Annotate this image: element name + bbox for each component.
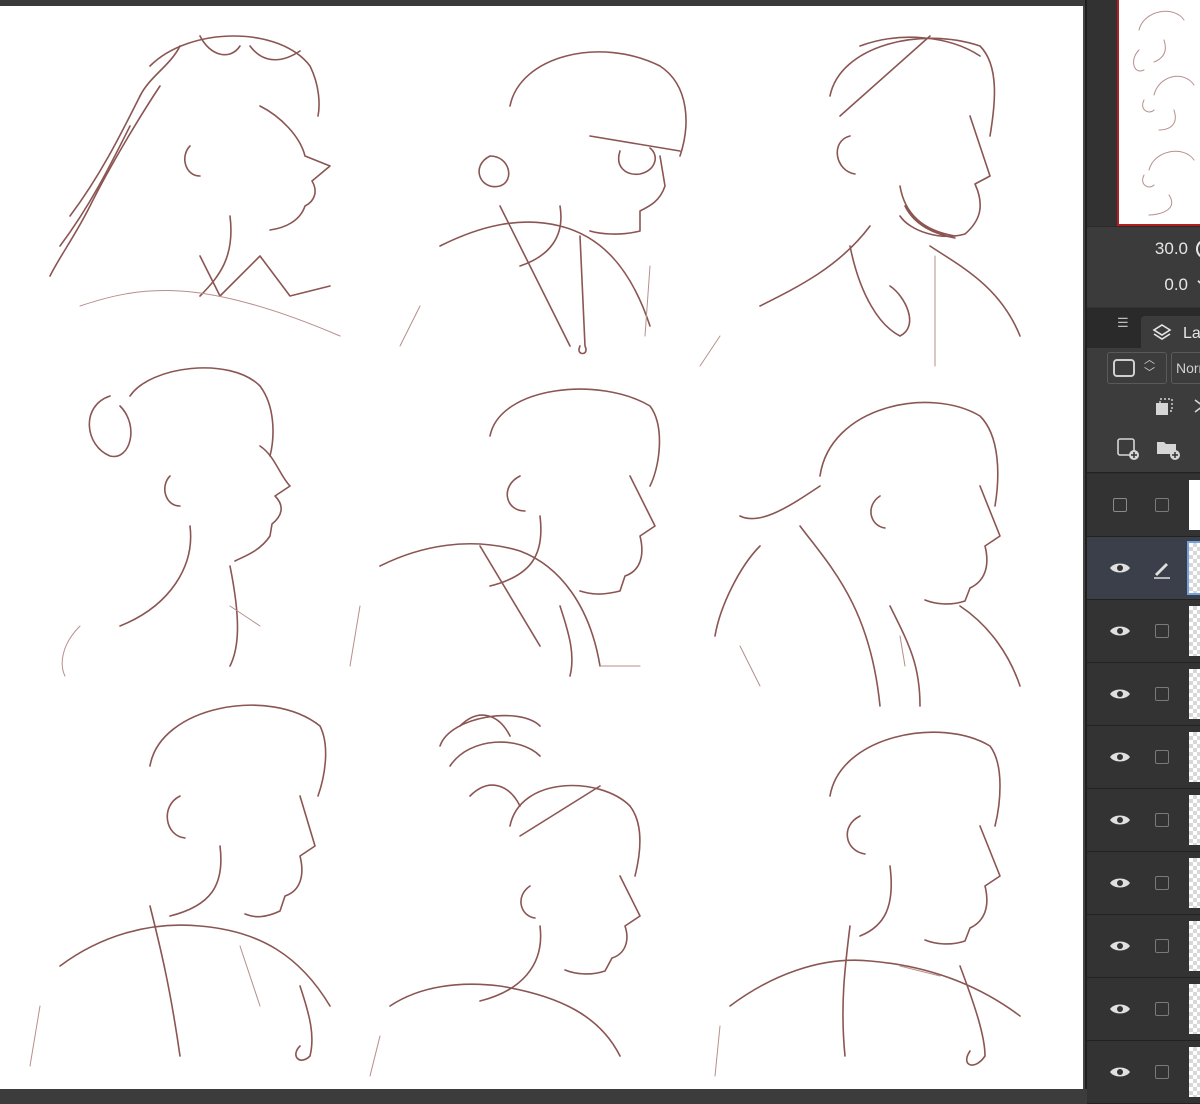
color-swatch-icon bbox=[1113, 359, 1135, 377]
layer-tool-row-2 bbox=[1087, 428, 1200, 473]
canvas-area[interactable] bbox=[0, 6, 1085, 1089]
rotate-reset-icon[interactable]: ⟲ bbox=[1192, 271, 1200, 297]
layer-row[interactable] bbox=[1087, 1041, 1200, 1104]
checkbox-icon bbox=[1155, 1065, 1169, 1079]
portrait-1 bbox=[49, 35, 341, 337]
portrait-4 bbox=[61, 367, 291, 677]
rotation-value[interactable]: 0.0 bbox=[1164, 275, 1188, 295]
edit-target-toggle[interactable] bbox=[1149, 996, 1175, 1022]
portrait-5 bbox=[349, 388, 661, 677]
layer-thumbnail bbox=[1187, 541, 1200, 595]
rotation-row: 0.0 ⟲ bbox=[1087, 269, 1200, 301]
eye-icon[interactable] bbox=[1107, 807, 1133, 833]
checkbox-icon bbox=[1155, 1002, 1169, 1016]
layer-panel: ☰ La ︿﹀ Norm bbox=[1087, 308, 1200, 1104]
edit-target-toggle[interactable] bbox=[1149, 870, 1175, 896]
checkbox-icon bbox=[1155, 876, 1169, 890]
layer-thumbnail bbox=[1189, 795, 1200, 845]
portrait-6 bbox=[714, 401, 1021, 707]
layer-row[interactable] bbox=[1087, 663, 1200, 726]
tab-layers-label: La bbox=[1183, 325, 1200, 342]
checkbox-icon bbox=[1155, 813, 1169, 827]
layer-thumbnail bbox=[1189, 606, 1200, 656]
edit-target-toggle[interactable] bbox=[1149, 933, 1175, 959]
checkbox-icon bbox=[1155, 687, 1169, 701]
layer-row[interactable] bbox=[1087, 915, 1200, 978]
layers-icon bbox=[1152, 324, 1172, 340]
chevron-right-icon[interactable] bbox=[1187, 394, 1200, 420]
layer-row[interactable] bbox=[1087, 600, 1200, 663]
eye-icon[interactable] bbox=[1107, 1059, 1133, 1085]
layer-row[interactable] bbox=[1087, 789, 1200, 852]
edit-target-toggle[interactable] bbox=[1149, 492, 1175, 518]
right-panel: 30.0 0.0 ⟲ ☰ La ︿﹀ Norm bbox=[1085, 0, 1200, 1104]
eye-icon[interactable] bbox=[1107, 681, 1133, 707]
sketch-sheet bbox=[29, 35, 1021, 1077]
pen-icon[interactable] bbox=[1149, 555, 1175, 581]
navigator-thumbnail bbox=[1133, 10, 1195, 216]
checkbox-icon bbox=[1155, 939, 1169, 953]
layer-thumbnail bbox=[1189, 921, 1200, 971]
zoom-row: 30.0 bbox=[1087, 233, 1200, 265]
edit-target-toggle[interactable] bbox=[1149, 1059, 1175, 1085]
edit-target-toggle[interactable] bbox=[1149, 744, 1175, 770]
zoom-out-icon[interactable] bbox=[1196, 239, 1200, 259]
new-layer-icon[interactable] bbox=[1115, 436, 1141, 462]
new-folder-icon[interactable] bbox=[1155, 436, 1181, 462]
portrait-7 bbox=[29, 704, 331, 1067]
tab-layers[interactable]: La bbox=[1141, 316, 1200, 350]
layer-list bbox=[1087, 474, 1200, 1104]
layer-row-active[interactable] bbox=[1087, 537, 1200, 600]
eye-icon[interactable] bbox=[1107, 744, 1133, 770]
eye-icon[interactable] bbox=[1107, 618, 1133, 644]
checkbox-icon bbox=[1155, 624, 1169, 638]
eye-icon[interactable] bbox=[1107, 933, 1133, 959]
layer-row[interactable] bbox=[1087, 852, 1200, 915]
checkbox-icon bbox=[1155, 750, 1169, 764]
layer-thumbnail bbox=[1189, 732, 1200, 782]
layer-row[interactable] bbox=[1087, 726, 1200, 789]
portrait-3 bbox=[699, 35, 1021, 367]
panel-menu-icon[interactable]: ☰ bbox=[1117, 316, 1131, 330]
portrait-9 bbox=[714, 731, 1021, 1077]
edit-target-toggle[interactable] bbox=[1149, 681, 1175, 707]
navigator-controls: 30.0 0.0 ⟲ bbox=[1087, 226, 1200, 307]
stepper-icon[interactable]: ︿ ﹀ bbox=[1144, 354, 1155, 380]
visibility-toggle[interactable] bbox=[1107, 492, 1133, 518]
navigator-preview[interactable] bbox=[1117, 0, 1200, 226]
edit-target-toggle[interactable] bbox=[1149, 618, 1175, 644]
canvas-page[interactable] bbox=[0, 6, 1083, 1089]
layer-panel-header: ☰ La bbox=[1087, 308, 1200, 350]
layer-tool-row-1 bbox=[1087, 388, 1200, 428]
layer-thumbnail bbox=[1189, 480, 1200, 530]
layer-thumbnail bbox=[1189, 669, 1200, 719]
portrait-2 bbox=[399, 51, 687, 355]
eye-icon[interactable] bbox=[1107, 996, 1133, 1022]
checkbox-icon bbox=[1113, 498, 1127, 512]
checkbox-icon bbox=[1155, 498, 1169, 512]
edit-target-toggle[interactable] bbox=[1149, 807, 1175, 833]
blend-mode-select[interactable]: Norm bbox=[1171, 352, 1200, 384]
layer-thumbnail bbox=[1189, 858, 1200, 908]
layer-thumbnail bbox=[1189, 1047, 1200, 1097]
layer-property-row: ︿﹀ Norm bbox=[1087, 348, 1200, 388]
clip-layer-icon[interactable] bbox=[1151, 394, 1177, 420]
layer-row[interactable] bbox=[1087, 978, 1200, 1041]
layer-row[interactable] bbox=[1087, 474, 1200, 537]
eye-icon[interactable] bbox=[1107, 555, 1133, 581]
layer-color-selector[interactable]: ︿ ﹀ bbox=[1107, 352, 1167, 384]
layer-thumbnail bbox=[1189, 984, 1200, 1034]
portrait-8 bbox=[369, 714, 641, 1077]
eye-icon[interactable] bbox=[1107, 870, 1133, 896]
zoom-value[interactable]: 30.0 bbox=[1155, 239, 1188, 259]
